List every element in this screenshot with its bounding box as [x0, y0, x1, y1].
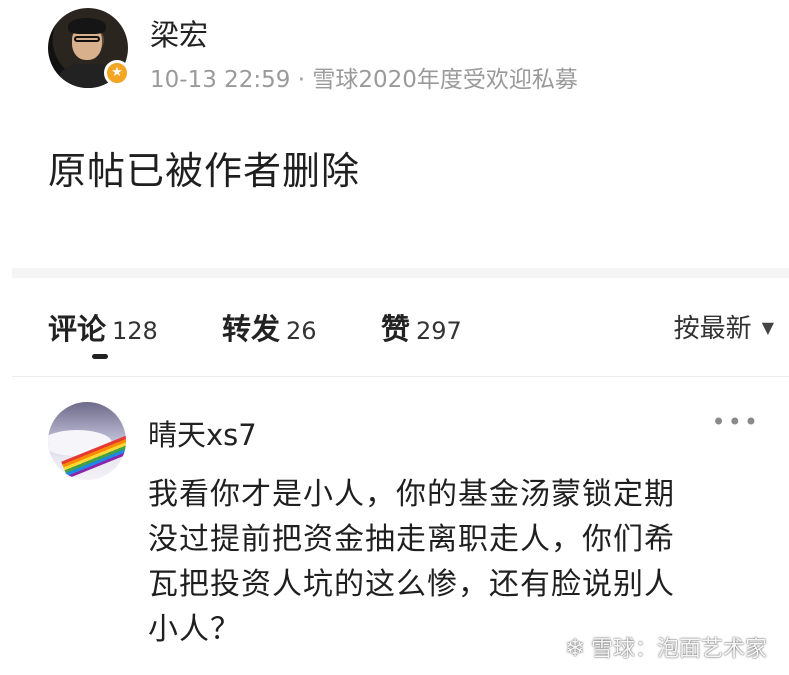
snowball-logo-icon: ❄	[564, 634, 585, 662]
watermark: ❄ 雪球：泡面艺术家	[565, 631, 767, 663]
tab-reposts[interactable]: 转发 26	[222, 306, 317, 348]
tab-comments-label: 评论	[48, 312, 107, 346]
commenter-name[interactable]: 晴天xs7	[148, 412, 257, 454]
comment-tabs: 评论 128 转发 26 赞 297 按最新 ▼	[48, 306, 778, 359]
tab-reposts-count: 26	[286, 317, 317, 345]
tab-likes-label: 赞	[381, 312, 411, 346]
watermark-text: 雪球：泡面艺术家	[590, 637, 767, 662]
tab-comments[interactable]: 评论 128	[48, 306, 158, 348]
tabs-divider	[12, 376, 789, 377]
post-header: ★ 梁宏 10-13 22:59 · 雪球2020年度受欢迎私募	[48, 6, 748, 94]
commenter-avatar[interactable]	[48, 402, 126, 480]
tab-likes-count: 297	[416, 317, 462, 345]
comment-line: 没过提前把资金抽走离职走人，你们希	[148, 522, 675, 557]
sort-dropdown[interactable]: 按最新 ▼	[674, 308, 774, 345]
author-name[interactable]: 梁宏	[150, 12, 208, 54]
avatar-hair	[68, 18, 106, 34]
avatar-glasses	[74, 36, 100, 42]
star-badge-icon: ★	[104, 60, 130, 86]
active-tab-indicator	[92, 354, 108, 359]
comment-line: 瓦把投资人坑的这么惨，还有脸说别人	[148, 567, 675, 602]
section-divider	[12, 268, 789, 278]
post-meta: 10-13 22:59 · 雪球2020年度受欢迎私募	[150, 67, 578, 93]
caret-down-icon: ▼	[761, 318, 774, 337]
tab-comments-count: 128	[112, 317, 158, 345]
more-dots-icon[interactable]: •••	[712, 408, 760, 436]
comment-text: 我看你才是小人，你的基金汤蒙锁定期 没过提前把资金抽走离职走人，你们希 瓦把投资…	[148, 472, 768, 652]
tab-reposts-label: 转发	[222, 312, 281, 346]
comment-line: 我看你才是小人，你的基金汤蒙锁定期	[148, 477, 675, 512]
sort-label: 按最新	[673, 314, 752, 344]
tab-likes[interactable]: 赞 297	[381, 306, 462, 348]
post-body: 原帖已被作者删除	[48, 149, 361, 193]
